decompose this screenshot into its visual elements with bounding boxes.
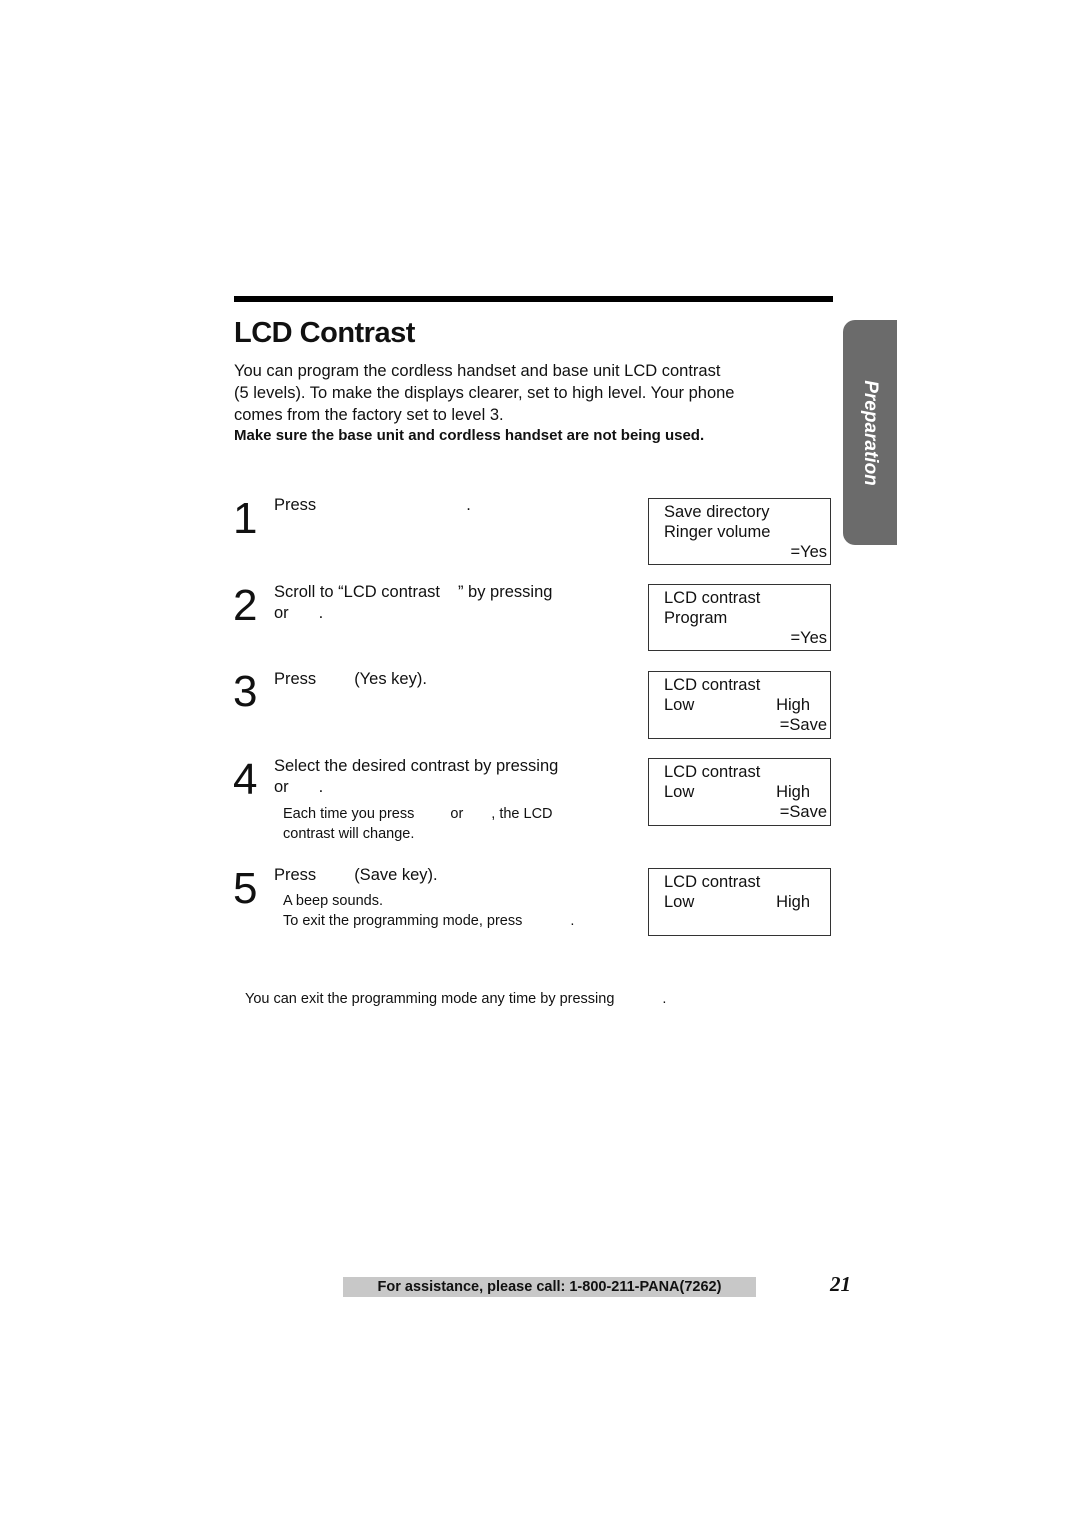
lcd-line: LCD contrast (664, 763, 761, 781)
lcd-softkey-label: =Yes (790, 629, 827, 647)
page-number: 21 (830, 1272, 851, 1296)
step-text: or (274, 778, 289, 796)
exit-note: You can exit the programming mode any ti… (245, 989, 666, 1009)
step-text: (Yes key). (354, 670, 427, 688)
step-number: 1 (233, 494, 258, 543)
lcd-display: Save directory Ringer volume =Yes (648, 498, 831, 565)
step-1-text: Press. (274, 495, 471, 516)
assistance-footer: For assistance, please call: 1-800-211-P… (343, 1277, 756, 1297)
lcd-display: LCD contrast Program =Yes (648, 584, 831, 651)
lcd-text: Low (664, 696, 695, 714)
step-number: 3 (233, 667, 258, 716)
lcd-line: Low High (664, 782, 830, 802)
note-text: . (662, 991, 667, 1007)
step-5-text: Press (Save key). (274, 865, 438, 886)
lcd-softkey-label: =Yes (790, 543, 827, 561)
lcd-line: LCD contrast (664, 676, 761, 694)
lcd-text: Low (664, 893, 695, 911)
step-5-subnote: A beep sounds. To exit the programming m… (283, 891, 574, 931)
warning-text: Make sure the base unit and cordless han… (234, 427, 705, 444)
lcd-text: High (776, 893, 810, 911)
step-text: or (274, 604, 289, 622)
step-text: . (466, 496, 471, 514)
page-title: LCD Contrast (234, 317, 415, 349)
lcd-text: Program (664, 609, 728, 627)
step-subtext: , the LCD (491, 806, 553, 822)
intro-line: You can program the cordless handset and… (234, 362, 721, 380)
intro-line: comes from the factory set to level 3. (234, 406, 504, 424)
step-text: Select the desired contrast by pressing (274, 757, 559, 775)
step-text: Scroll to “LCD contrast (274, 583, 440, 601)
step-text: Press (274, 496, 317, 514)
step-text: Press (274, 670, 317, 688)
lcd-line: Save directory (664, 503, 770, 521)
step-text: ” by pressing (457, 583, 553, 601)
step-number: 4 (233, 755, 258, 804)
lcd-text: Ringer volume (664, 523, 771, 541)
lcd-softkey-label: =Save (779, 716, 827, 734)
step-text: (Save key). (354, 866, 438, 884)
section-tab-preparation[interactable]: Preparation (843, 320, 897, 545)
lcd-display: LCD contrast Low High (648, 868, 831, 936)
lcd-text: High (776, 783, 810, 801)
lcd-line: LCD contrast (664, 589, 761, 607)
lcd-line: =Yes (664, 628, 830, 648)
step-subtext: contrast will change. (283, 826, 415, 842)
intro-paragraph: You can program the cordless handset and… (234, 360, 834, 426)
step-number: 5 (233, 864, 258, 913)
lcd-text: Low (664, 783, 695, 801)
step-number: 2 (233, 581, 258, 630)
step-subtext: To exit the programming mode, press (283, 913, 523, 929)
lcd-line: Low High (664, 695, 830, 715)
step-subtext: Each time you press (283, 806, 415, 822)
lcd-line: Program (664, 608, 830, 628)
lcd-display: LCD contrast Low High =Save (648, 671, 831, 739)
lcd-line (664, 912, 830, 932)
intro-line: (5 levels). To make the displays clearer… (234, 384, 735, 402)
note-text: You can exit the programming mode any ti… (245, 991, 615, 1007)
lcd-line: =Save (664, 802, 830, 822)
lcd-line: =Yes (664, 542, 830, 562)
section-tab-label: Preparation (860, 379, 881, 486)
step-4-subnote: Each time you press or , the LCD contrast … (283, 804, 553, 844)
step-2-text: Scroll to “LCD contrast ” by pressing or. (274, 582, 552, 624)
step-text: Press (274, 866, 317, 884)
lcd-line: =Save (664, 715, 830, 735)
lcd-softkey-label: =Save (779, 803, 827, 821)
lcd-text: High (776, 696, 810, 714)
lcd-line: LCD contrast (664, 873, 761, 891)
lcd-line: Ringer volume (664, 522, 830, 542)
lcd-display: LCD contrast Low High =Save (648, 758, 831, 826)
lcd-line: Low High (664, 892, 830, 912)
step-3-text: Press (Yes key). (274, 669, 427, 690)
step-subtext: A beep sounds. (283, 893, 383, 909)
step-4-text: Select the desired contrast by pressing … (274, 756, 558, 798)
step-text: . (318, 778, 324, 796)
step-subtext: or (450, 806, 464, 822)
step-text: . (318, 604, 324, 622)
step-subtext: . (570, 913, 575, 929)
section-top-rule (234, 296, 833, 302)
